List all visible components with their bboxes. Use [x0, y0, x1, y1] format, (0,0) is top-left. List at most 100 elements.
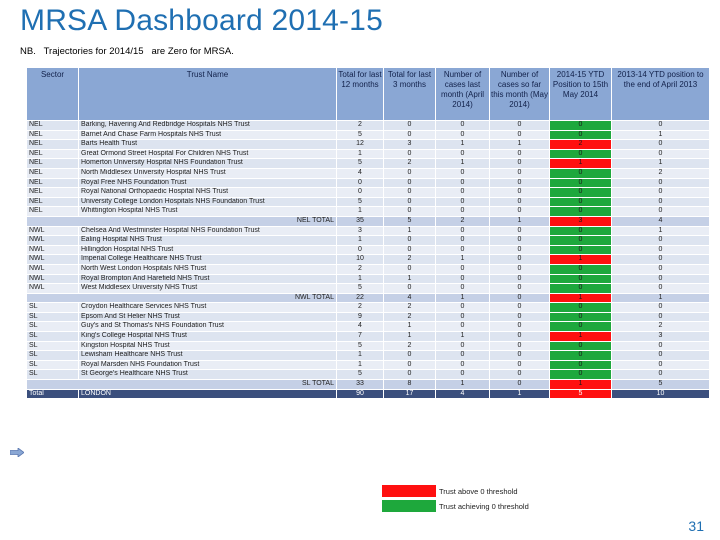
table-row: SL Royal Marsden NHS Foundation Trust 1 0 0 0…	[26, 359, 710, 371]
trust-name-cell: Royal Free NHS Foundation Trust	[78, 177, 337, 189]
sector-cell: NWL	[26, 244, 79, 256]
col-header-ytd-2013-14: 2013-14 YTD position to the end of April…	[611, 67, 710, 121]
this-month-cell: 0	[489, 158, 550, 169]
this-month-cell: 1	[489, 388, 550, 400]
ytd-2014-15-cell: 5	[549, 388, 612, 400]
last-12-months-cell: 3	[336, 225, 384, 237]
trust-name-cell: West Middlesex University NHS Trust	[78, 283, 337, 294]
last-month-cell: 0	[435, 167, 490, 179]
trust-name-cell: Croydon Healthcare Services NHS Trust	[78, 302, 337, 313]
last-month-cell: 0	[435, 148, 490, 160]
last-3-months-cell: 0	[383, 263, 436, 275]
sector-cell: SL	[26, 340, 79, 352]
table-row: NWL Imperial College Healthcare NHS Trust…	[26, 254, 710, 265]
ytd-2013-14-cell: 0	[611, 350, 710, 361]
this-month-cell: 0	[489, 148, 550, 160]
ytd-2014-15-cell: 1	[549, 254, 612, 265]
ytd-2013-14-cell: 0	[611, 235, 710, 246]
this-month-cell: 0	[489, 206, 550, 217]
ytd-2014-15-cell: 0	[549, 350, 612, 361]
trust-name-cell: University College London Hospitals NHS …	[78, 196, 337, 208]
ytd-2014-15-cell: 0	[549, 235, 612, 246]
last-12-months-cell: 35	[336, 215, 384, 227]
this-month-cell: 1	[489, 139, 550, 150]
this-month-cell: 0	[489, 167, 550, 179]
table-row: NEL Royal National Orthopaedic Hospital N…	[26, 187, 710, 198]
last-12-months-cell: 5	[336, 158, 384, 169]
last-12-months-cell: 1	[336, 350, 384, 361]
last-3-months-cell: 5	[383, 215, 436, 227]
legend-label: Trust above 0 threshold	[439, 486, 518, 496]
last-3-months-cell: 2	[383, 340, 436, 352]
col-header-last-month: Number of cases last month (April 2014)	[435, 67, 490, 121]
this-month-cell: 0	[489, 177, 550, 189]
last-month-cell: 0	[435, 340, 490, 352]
last-month-cell: 0	[435, 244, 490, 256]
ytd-2013-14-cell: 2	[611, 321, 710, 333]
last-3-months-cell: 0	[383, 177, 436, 189]
last-month-cell: 4	[435, 388, 490, 400]
last-12-months-cell: 0	[336, 187, 384, 198]
last-12-months-cell: 1	[336, 235, 384, 246]
table-row: SL King's College Hospital NHS Trust 7 1 1 0 1…	[26, 331, 710, 342]
ytd-2014-15-cell: 1	[549, 158, 612, 169]
grand-total-row: Total LONDON 90 17 4 1 5 10	[26, 388, 710, 400]
last-month-cell: 2	[435, 215, 490, 227]
trajectory-note: NB. Trajectories for 2014/15 are Zero fo…	[20, 46, 234, 57]
this-month-cell: 0	[489, 225, 550, 237]
ytd-2013-14-cell: 0	[611, 148, 710, 160]
ytd-2014-15-cell: 1	[549, 292, 612, 304]
last-month-cell: 1	[435, 331, 490, 342]
sector-cell: NEL	[26, 196, 79, 208]
ytd-2014-15-cell: 3	[549, 215, 612, 227]
total-label: SL TOTAL	[26, 379, 337, 390]
this-month-cell: 0	[489, 302, 550, 313]
this-month-cell: 0	[489, 369, 550, 381]
last-month-cell: 0	[435, 196, 490, 208]
last-12-months-cell: 4	[336, 167, 384, 179]
last-3-months-cell: 1	[383, 331, 436, 342]
trust-name-cell: North West London Hospitals NHS Trust	[78, 263, 337, 275]
total-label: NEL TOTAL	[26, 215, 337, 227]
ytd-2013-14-cell: 0	[611, 254, 710, 265]
last-month-cell: 0	[435, 263, 490, 275]
last-12-months-cell: 9	[336, 311, 384, 323]
last-12-months-cell: 10	[336, 254, 384, 265]
trust-name-cell: North Middlesex University Hospital NHS …	[78, 167, 337, 179]
last-3-months-cell: 0	[383, 196, 436, 208]
last-month-cell: 0	[435, 177, 490, 189]
ytd-2014-15-cell: 0	[549, 340, 612, 352]
trust-name-cell: Royal Marsden NHS Foundation Trust	[78, 359, 337, 371]
table-row: NEL University College London Hospitals N…	[26, 196, 710, 208]
ytd-2014-15-cell: 0	[549, 187, 612, 198]
mrsa-table-container: Sector Trust Name Total for last 12 mont…	[26, 67, 710, 472]
trust-name-cell: Epsom And St Helier NHS Trust	[78, 311, 337, 323]
last-month-cell: 0	[435, 302, 490, 313]
page-number: 31	[688, 518, 704, 534]
last-month-cell: 0	[435, 187, 490, 198]
last-12-months-cell: 2	[336, 120, 384, 131]
this-month-cell: 0	[489, 321, 550, 333]
last-12-months-cell: 1	[336, 148, 384, 160]
ytd-2014-15-cell: 2	[549, 139, 612, 150]
this-month-cell: 0	[489, 331, 550, 342]
table-row: SL Croydon Healthcare Services NHS Trust 2…	[26, 302, 710, 313]
legend-swatch-green	[382, 500, 436, 512]
page-title: MRSA Dashboard 2014-15	[20, 4, 383, 37]
last-month-cell: 0	[435, 206, 490, 217]
last-month-cell: 0	[435, 359, 490, 371]
trust-name-cell: Kingston Hospital NHS Trust	[78, 340, 337, 352]
ytd-2014-15-cell: 1	[549, 379, 612, 390]
last-12-months-cell: 5	[336, 283, 384, 294]
sector-cell: SL	[26, 369, 79, 381]
ytd-2013-14-cell: 0	[611, 283, 710, 294]
sector-cell: NWL	[26, 254, 79, 265]
sector-cell: NEL	[26, 129, 79, 141]
sector-cell: NEL	[26, 148, 79, 160]
last-month-cell: 0	[435, 369, 490, 381]
last-3-months-cell: 3	[383, 139, 436, 150]
sector-cell: NEL	[26, 120, 79, 131]
this-month-cell: 0	[489, 235, 550, 246]
last-month-cell: 1	[435, 139, 490, 150]
sector-cell: NWL	[26, 283, 79, 294]
